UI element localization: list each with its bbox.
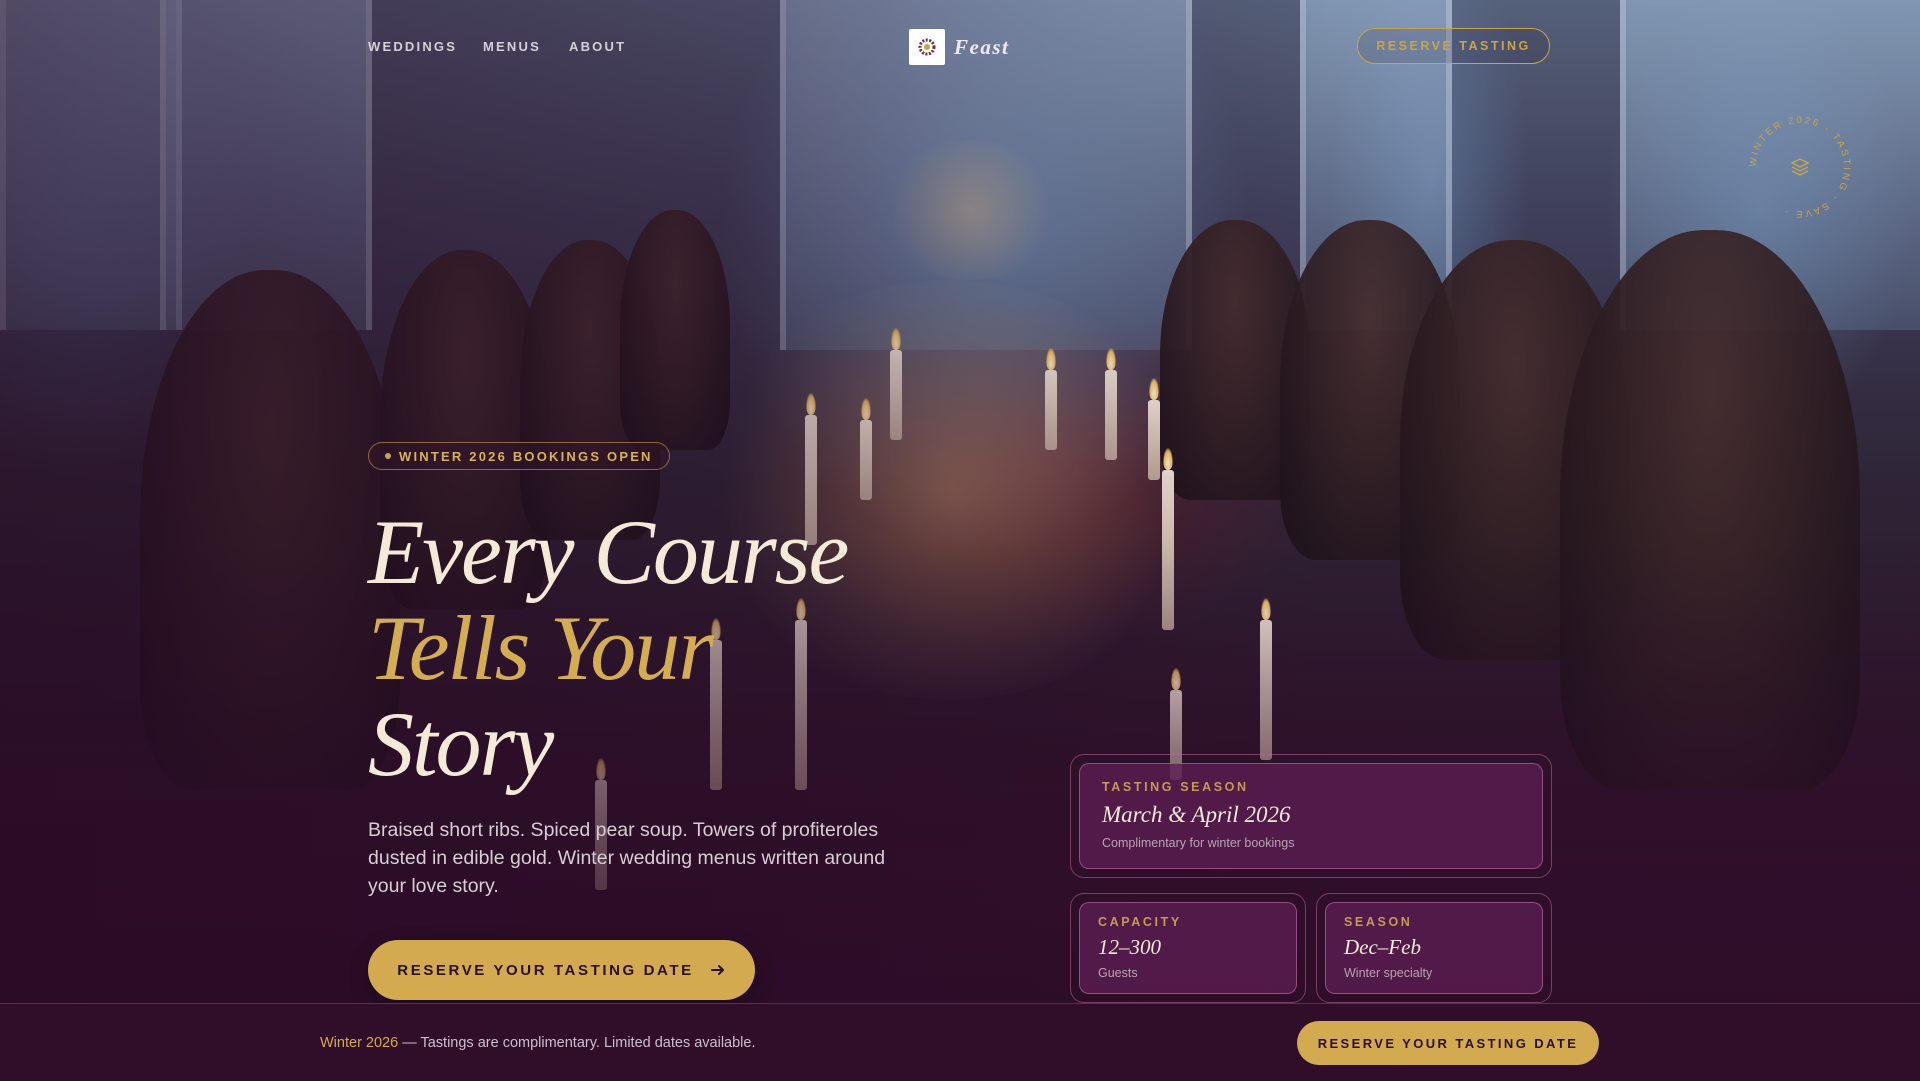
reserve-tasting-button[interactable]: RESERVE TASTING	[1357, 28, 1550, 64]
tasting-season-card: TASTING SEASON March & April 2026 Compli…	[1070, 754, 1552, 878]
wreath-logo-icon	[909, 29, 945, 65]
bookings-open-pill: WINTER 2026 BOOKINGS OPEN	[368, 442, 670, 470]
pill-label: WINTER 2026 BOOKINGS OPEN	[399, 448, 653, 464]
headline-line-1: Every Course	[368, 501, 849, 603]
reserve-tasting-date-button[interactable]: RESERVE YOUR TASTING DATE	[368, 940, 755, 1000]
sticky-booking-bar: Winter 2026 — Tastings are complimentary…	[0, 1003, 1920, 1081]
winter-tasting-badge: WINTER 2026 · TASTING · SAVE ·	[1748, 115, 1850, 219]
bar-reserve-button[interactable]: RESERVE YOUR TASTING DATE	[1297, 1021, 1599, 1065]
card-value: 12–300	[1098, 935, 1161, 959]
hero-overlay	[0, 0, 1920, 1080]
status-dot-icon	[385, 453, 391, 459]
card-note: Guests	[1098, 966, 1138, 980]
card-label: TASTING SEASON	[1102, 780, 1249, 794]
headline-line-3: Story	[368, 693, 554, 795]
hero-subtext: Braised short ribs. Spiced pear soup. To…	[368, 819, 886, 897]
brand-name: Feast	[954, 34, 1010, 59]
card-value: March & April 2026	[1102, 802, 1291, 827]
layers-icon	[1790, 158, 1810, 176]
cta-label: RESERVE YOUR TASTING DATE	[397, 961, 694, 979]
bar-text: — Tastings are complimentary. Limited da…	[398, 1035, 756, 1051]
nav-weddings[interactable]: WEDDINGS	[368, 39, 457, 54]
card-label: SEASON	[1344, 915, 1413, 929]
capacity-card: CAPACITY 12–300 Guests	[1070, 893, 1306, 1003]
headline-line-2: Tells Your	[368, 597, 714, 699]
season-card: SEASON Dec–Feb Winter specialty	[1316, 893, 1552, 1003]
card-note: Winter specialty	[1344, 966, 1433, 980]
card-note: Complimentary for winter bookings	[1102, 836, 1295, 850]
card-value: Dec–Feb	[1344, 935, 1421, 959]
bar-highlight: Winter 2026	[320, 1035, 399, 1051]
arrow-right-icon	[710, 965, 724, 975]
card-label: CAPACITY	[1098, 915, 1182, 929]
brand-logo[interactable]: Feast	[909, 29, 1009, 65]
hero-headline: Every Course Tells Your Story	[368, 501, 849, 795]
bar-message: Winter 2026 — Tastings are complimentary…	[320, 1035, 755, 1051]
nav-menus[interactable]: MENUS	[483, 39, 541, 54]
nav-about[interactable]: ABOUT	[569, 39, 626, 54]
